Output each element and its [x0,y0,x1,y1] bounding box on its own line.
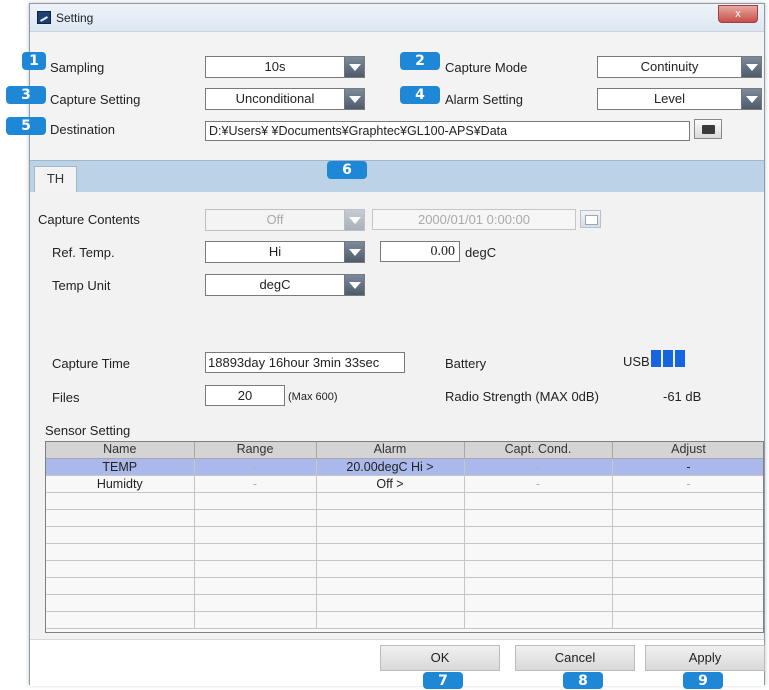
chevron-down-icon [741,57,761,77]
sensor-name-cell[interactable]: Humidty [46,475,195,493]
capture-contents-dropdown[interactable]: Off [205,209,365,231]
battery-bar-2 [663,350,673,367]
chevron-down-icon [344,57,364,77]
column-header-alarm[interactable]: Alarm [316,442,465,459]
column-header-range[interactable]: Range [194,442,317,459]
temp-unit-label: Temp Unit [52,278,111,293]
battery-source: USB [623,354,650,369]
chevron-down-icon [344,89,364,109]
empty-row [46,543,763,561]
sensor-capt-cond-cell[interactable]: - [464,458,613,476]
chevron-down-icon [344,242,364,262]
callout-badge-7: 7 [423,672,463,689]
ref-temp-dropdown[interactable]: Hi [205,241,365,263]
chevron-down-icon [344,210,364,230]
capture-setting-value: Unconditional [235,91,315,106]
title-bar: Setting x [30,4,764,32]
cancel-button[interactable]: Cancel [515,645,635,671]
destination-input[interactable]: D:¥Users¥ ¥Documents¥Graphtec¥GL100-APS¥… [205,121,690,141]
settings-window: Setting x Sampling 10s Capture Mode Cont… [29,3,765,686]
callout-badge-4: 4 [400,86,440,104]
ref-temp-label: Ref. Temp. [52,245,115,260]
sampling-label: Sampling [50,60,105,75]
capture-time-field: 18893day 16hour 3min 33sec [205,352,405,373]
sensor-alarm-cell[interactable]: Off > [316,475,465,493]
sensor-adjust-cell[interactable]: - [612,458,763,476]
callout-badge-6: 6 [327,161,367,179]
sensor-alarm-cell[interactable]: 20.00degC Hi > [316,458,465,476]
callout-badge-9: 9 [683,672,723,689]
capture-contents-label: Capture Contents [38,212,140,227]
tab-th[interactable]: TH [34,166,77,193]
empty-row [46,509,763,527]
callout-badge-8: 8 [563,672,603,689]
calendar-icon[interactable] [580,210,601,228]
folder-icon [702,125,715,134]
capture-time-label: Capture Time [52,356,131,371]
callout-badge-1: 1 [22,52,46,70]
callout-badge-3: 3 [6,86,46,104]
files-count-field[interactable]: 20 [205,385,285,406]
capture-datetime-field[interactable]: 2000/01/01 0:00:00 [372,209,576,230]
alarm-setting-value: Level [653,91,686,106]
battery-label: Battery [445,356,487,371]
empty-row [46,492,763,510]
empty-row [46,526,763,544]
ref-temp-unit: degC [465,245,497,260]
capture-mode-label: Capture Mode [445,60,528,75]
sensor-range-cell[interactable]: - [194,475,317,493]
battery-bar-3 [675,350,685,367]
capture-setting-dropdown[interactable]: Unconditional [205,88,365,110]
ok-button[interactable]: OK [380,645,500,671]
temp-unit-dropdown[interactable]: degC [205,274,365,296]
alarm-setting-label: Alarm Setting [445,92,524,107]
sensor-capt-cond-cell[interactable]: - [464,475,613,493]
capture-setting-label: Capture Setting [50,92,141,107]
table-row[interactable]: Humidty - Off > - - [46,475,763,493]
column-header-capt-cond[interactable]: Capt. Cond. [464,442,613,459]
temp-unit-value: degC [259,277,291,292]
apply-button[interactable]: Apply [645,645,765,671]
app-icon [37,11,51,24]
chevron-down-icon [344,275,364,295]
empty-row [46,560,763,578]
sensor-name-cell[interactable]: TEMP [46,458,195,476]
column-header-adjust[interactable]: Adjust [612,442,763,459]
capture-mode-dropdown[interactable]: Continuity [597,56,762,78]
sensor-setting-title: Sensor Setting [45,423,131,438]
sensor-range-cell[interactable]: - [194,458,317,476]
alarm-setting-dropdown[interactable]: Level [597,88,762,110]
files-label: Files [52,390,80,405]
callout-badge-2: 2 [400,52,440,70]
tab-strip [30,160,764,192]
ref-temp-threshold-input[interactable]: 0.00 [380,241,460,262]
radio-strength-label: Radio Strength (MAX 0dB) [445,389,599,404]
capture-contents-value: Off [266,212,284,227]
empty-row [46,611,763,629]
chevron-down-icon [741,89,761,109]
sampling-dropdown[interactable]: 10s [205,56,365,78]
files-max-note: (Max 600) [288,391,338,403]
window-title: Setting [56,11,94,25]
empty-row [46,594,763,612]
destination-label: Destination [50,122,116,137]
capture-mode-value: Continuity [640,59,699,74]
table-row[interactable]: TEMP - 20.00degC Hi > - - [46,458,763,476]
sensor-adjust-cell[interactable]: - [612,475,763,493]
empty-row [46,577,763,595]
callout-badge-5: 5 [6,117,46,135]
sampling-value: 10s [264,59,286,74]
sensor-grid: Name Range Alarm Capt. Cond. Adjust TEMP… [45,441,764,633]
battery-bar-1 [651,350,661,367]
browse-folder-button[interactable] [694,119,722,139]
radio-strength-value: -61 dB [663,389,702,404]
sensor-table: Name Range Alarm Capt. Cond. Adjust TEMP… [46,442,763,629]
close-button[interactable]: x [718,5,758,23]
ref-temp-value: Hi [268,244,282,259]
column-header-name[interactable]: Name [46,442,195,459]
